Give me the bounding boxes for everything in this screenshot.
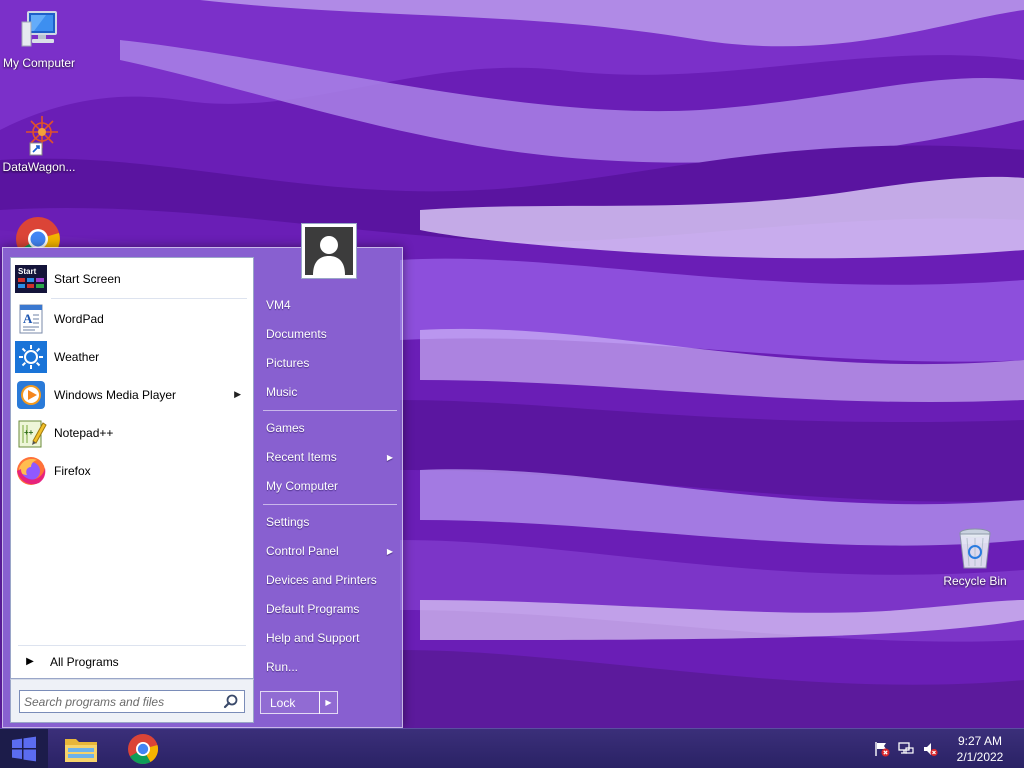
network-icon[interactable]	[898, 741, 914, 757]
desktop-icon-recycle-bin[interactable]: Recycle Bin	[936, 526, 1014, 588]
link-games[interactable]: Games	[259, 415, 399, 441]
firefox-icon	[15, 455, 47, 487]
start-button[interactable]	[0, 729, 48, 768]
link-label: Control Panel	[266, 544, 339, 558]
program-windows-media-player[interactable]: Windows Media Player ▶	[15, 378, 249, 412]
weather-icon	[15, 341, 47, 373]
triangle-right-icon: ▶	[26, 656, 34, 667]
program-weather[interactable]: Weather	[15, 340, 249, 374]
link-help-and-support[interactable]: Help and Support	[259, 625, 399, 651]
program-label: Notepad++	[54, 426, 114, 440]
desktop-icon-label: Recycle Bin	[943, 574, 1007, 588]
link-label: Documents	[266, 327, 327, 341]
divider	[263, 410, 397, 411]
notepadpp-icon: ++	[15, 417, 47, 449]
taskbar-chrome[interactable]	[120, 731, 166, 767]
svg-text:A: A	[23, 311, 33, 326]
user-avatar[interactable]	[301, 223, 357, 279]
search-box[interactable]	[19, 690, 245, 713]
link-documents[interactable]: Documents	[259, 321, 399, 347]
svg-text:Start: Start	[18, 267, 37, 276]
desktop-icon-label: DataWagon...	[2, 160, 76, 174]
start-screen-icon: Start	[15, 263, 47, 295]
search-area	[10, 679, 254, 723]
link-control-panel[interactable]: Control Panel ▶	[259, 538, 399, 564]
link-label: Settings	[266, 515, 310, 529]
program-label: WordPad	[54, 312, 104, 326]
program-wordpad[interactable]: A WordPad	[15, 302, 249, 336]
user-silhouette-icon	[305, 227, 353, 275]
program-start-screen[interactable]: Start Start Screen	[15, 262, 249, 296]
link-label: Games	[266, 421, 305, 435]
start-menu: Start Start Screen A WordPad Weather Win…	[2, 223, 403, 728]
submenu-arrow-icon: ▶	[234, 389, 241, 399]
system-clock[interactable]: 9:27 AM 2/1/2022	[940, 733, 1020, 765]
all-programs-label: All Programs	[50, 654, 119, 669]
file-explorer-icon	[65, 739, 97, 762]
link-label: My Computer	[266, 479, 339, 493]
datawagon-icon	[16, 112, 62, 158]
divider	[51, 298, 247, 299]
link-devices-and-printers[interactable]: Devices and Printers	[259, 567, 399, 593]
taskbar: 9:27 AM 2/1/2022	[0, 728, 1024, 768]
link-label: VM4	[266, 298, 291, 312]
clock-date: 2/1/2022	[956, 750, 1004, 764]
wordpad-icon: A	[15, 303, 47, 335]
submenu-arrow-icon: ▶	[386, 453, 393, 462]
search-input[interactable]	[24, 691, 220, 712]
link-recent-items[interactable]: Recent Items ▶	[259, 444, 399, 470]
submenu-arrow-icon: ▶	[386, 547, 393, 556]
svg-text:++: ++	[24, 428, 34, 437]
divider	[263, 504, 397, 505]
media-player-icon	[15, 379, 47, 411]
program-label: Firefox	[54, 464, 91, 478]
link-music[interactable]: Music	[259, 379, 399, 405]
power-options-arrow-button[interactable]: ▶	[319, 691, 338, 714]
chrome-icon	[16, 217, 60, 248]
chevron-right-icon: ▶	[325, 698, 332, 707]
clock-time: 9:27 AM	[957, 734, 1003, 748]
taskbar-file-explorer[interactable]	[58, 731, 104, 767]
all-programs-button[interactable]: ▶ All Programs	[10, 645, 254, 678]
desktop-chrome-icon-partial[interactable]	[15, 216, 61, 248]
search-icon[interactable]	[222, 693, 240, 711]
desktop-icon-my-computer[interactable]: My Computer	[0, 8, 78, 70]
lock-label: Lock	[270, 695, 296, 710]
link-my-computer[interactable]: My Computer	[259, 473, 399, 499]
program-label: Windows Media Player	[54, 388, 177, 402]
monitor-icon	[16, 8, 62, 54]
volume-muted-icon[interactable]	[922, 741, 938, 757]
lock-button[interactable]: Lock	[260, 691, 320, 714]
link-label: Help and Support	[266, 631, 360, 645]
link-label: Music	[266, 385, 298, 399]
link-default-programs[interactable]: Default Programs	[259, 596, 399, 622]
chrome-icon	[128, 734, 159, 765]
program-label: Weather	[54, 350, 100, 364]
windows-logo-icon	[12, 736, 36, 762]
program-notepadpp[interactable]: ++ Notepad++	[15, 416, 249, 450]
link-pictures[interactable]: Pictures	[259, 350, 399, 376]
program-label: Start Screen	[54, 272, 121, 286]
recycle-bin-icon	[952, 526, 998, 572]
program-firefox[interactable]: Firefox	[15, 454, 249, 488]
desktop-icon-datawagon[interactable]: DataWagon...	[0, 112, 78, 174]
desktop-icon-label: My Computer	[2, 56, 76, 70]
link-label: Run...	[266, 660, 299, 674]
link-label: Pictures	[266, 356, 310, 370]
action-center-flag-icon[interactable]	[874, 741, 890, 757]
link-settings[interactable]: Settings	[259, 509, 399, 535]
link-vm4[interactable]: VM4	[259, 292, 399, 318]
link-label: Default Programs	[266, 602, 360, 616]
link-run[interactable]: Run...	[259, 654, 399, 680]
link-label: Devices and Printers	[266, 573, 377, 587]
link-label: Recent Items	[266, 450, 337, 464]
start-menu-programs-pane: Start Start Screen A WordPad Weather Win…	[10, 257, 254, 679]
